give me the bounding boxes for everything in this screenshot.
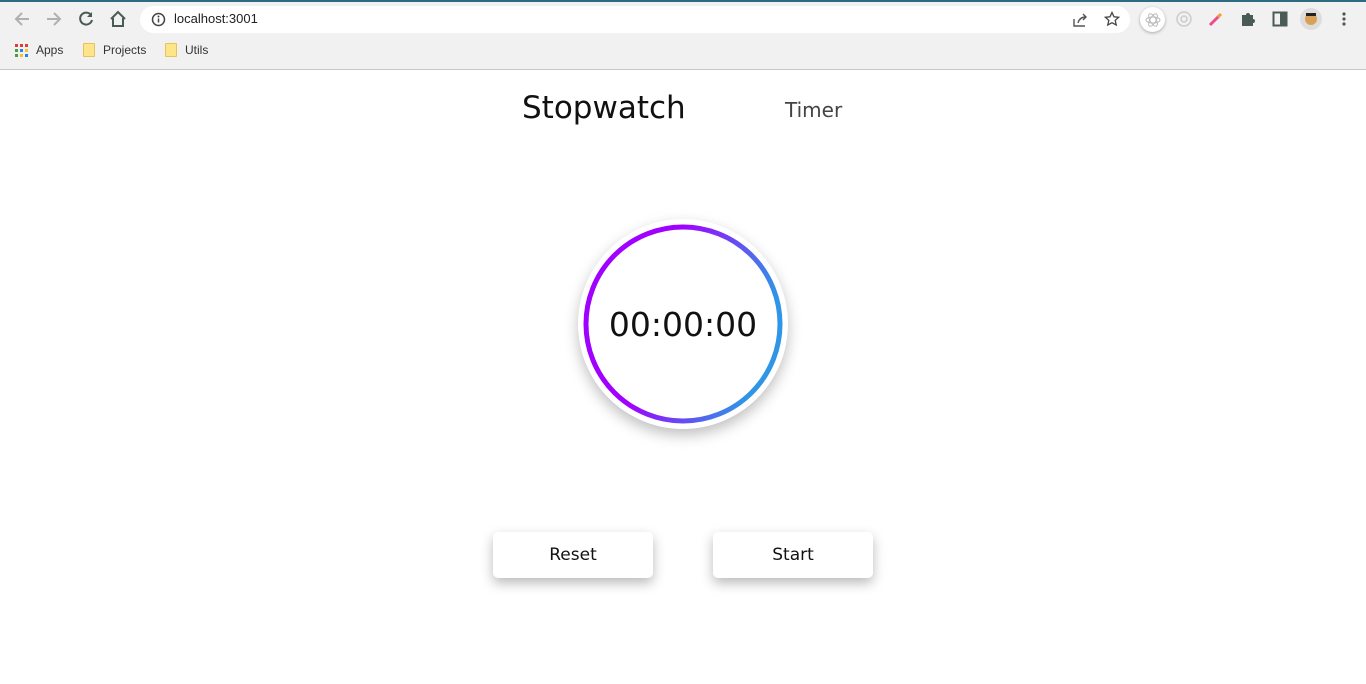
avatar-icon xyxy=(1305,13,1317,25)
tab-stopwatch[interactable]: Stopwatch xyxy=(522,90,686,126)
arrow-right-icon xyxy=(47,12,62,26)
folder-icon xyxy=(165,43,177,57)
bookmark-label: Utils xyxy=(185,43,209,57)
bookmark-label: Projects xyxy=(103,43,147,57)
reload-icon xyxy=(79,11,93,26)
tab-timer[interactable]: Timer xyxy=(785,98,842,122)
bookmark-projects[interactable]: Projects xyxy=(83,43,146,57)
eyedropper-icon xyxy=(1208,12,1223,27)
side-panel-button[interactable] xyxy=(1268,8,1292,30)
puzzle-icon xyxy=(1242,13,1255,26)
reload-button[interactable] xyxy=(74,8,98,30)
arrow-left-icon xyxy=(14,12,29,26)
kebab-menu-icon xyxy=(1342,12,1346,26)
menu-button[interactable] xyxy=(1332,8,1356,30)
extensions-button[interactable] xyxy=(1236,8,1260,30)
share-icon[interactable] xyxy=(1072,12,1088,28)
bookmark-apps[interactable]: Apps xyxy=(15,43,63,57)
reset-button[interactable]: Reset xyxy=(493,532,653,578)
forward-button[interactable] xyxy=(42,8,66,30)
elapsed-time: 00:00:00 xyxy=(608,304,758,344)
extension-button[interactable] xyxy=(1172,8,1196,30)
info-icon xyxy=(151,12,166,27)
start-button[interactable]: Start xyxy=(713,532,873,578)
window-top-border xyxy=(0,0,1366,2)
browser-chrome: localhost:3001 Apps Projects Utils xyxy=(0,0,1366,70)
bookmark-utils[interactable]: Utils xyxy=(165,43,208,57)
react-devtools-extension[interactable] xyxy=(1140,7,1165,32)
target-icon xyxy=(1176,11,1192,27)
back-button[interactable] xyxy=(10,8,34,30)
apps-grid-icon xyxy=(15,43,28,57)
side-panel-icon xyxy=(1272,11,1288,27)
star-icon[interactable] xyxy=(1104,11,1120,27)
folder-icon xyxy=(83,43,95,57)
bookmark-label: Apps xyxy=(36,43,64,57)
react-icon xyxy=(1145,12,1160,27)
home-button[interactable] xyxy=(106,8,130,30)
home-icon xyxy=(110,10,126,27)
stopwatch-dial: 00:00:00 xyxy=(578,219,788,429)
address-bar[interactable]: localhost:3001 xyxy=(140,6,1130,33)
profile-avatar[interactable] xyxy=(1300,8,1322,30)
url-text: localhost:3001 xyxy=(174,11,258,26)
color-picker-extension[interactable] xyxy=(1204,8,1228,30)
